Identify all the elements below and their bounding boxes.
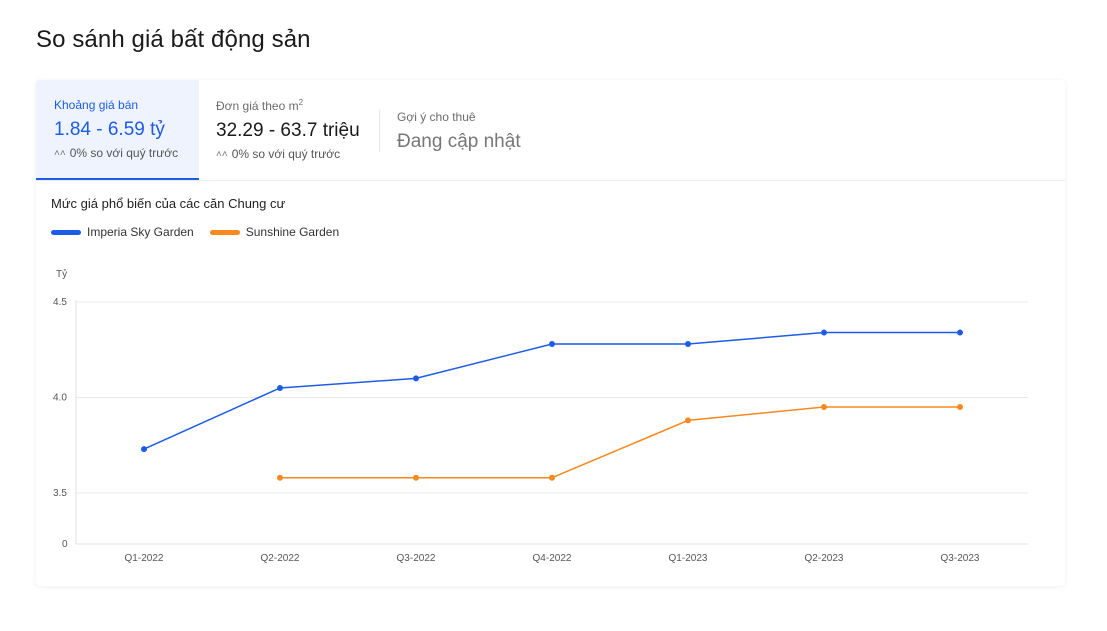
legend-label: Imperia Sky Garden (87, 225, 194, 239)
tab-sale-price-range[interactable]: Khoảng giá bán 1.84 - 6.59 tỷ ˄˄ 0% so v… (36, 80, 199, 180)
data-point (821, 329, 827, 336)
x-tick-label: Q2-2023 (805, 553, 844, 564)
legend-item-sunshine[interactable]: Sunshine Garden (209, 225, 340, 239)
tab-label: Đơn giá theo m2 (216, 98, 304, 113)
data-point (957, 404, 963, 411)
double-chevron-up-icon: ˄˄ (54, 147, 66, 159)
tab-value: 32.29 - 63.7 triệu (216, 120, 360, 141)
line-chart: Tỷ 4.5 4.0 3.5 0 Q1-2022 Q2-2022 Q3-2022 Q4-2022… (53, 268, 1028, 564)
data-point (957, 329, 963, 336)
tab-label: Khoảng giá bán (54, 98, 139, 112)
chart-title: Mức giá phổ biến của các căn Chung cư (51, 196, 286, 211)
tab-change: ˄˄ 0% so với quý trước (216, 147, 379, 161)
data-point (413, 474, 419, 481)
legend-swatch (51, 229, 81, 235)
data-point (277, 384, 283, 391)
legend-label: Sunshine Garden (245, 225, 340, 239)
tab-change: ˄˄ 0% so với quý trước (54, 146, 199, 160)
tab-rental-suggestion[interactable]: Gợi ý cho thuê Đang cập nhật (379, 110, 679, 152)
x-tick-label: Q2-2022 (261, 553, 300, 564)
data-point (141, 446, 147, 453)
tab-unit-price[interactable]: Đơn giá theo m2 32.29 - 63.7 triệu ˄˄ 0%… (199, 80, 379, 180)
tab-label: Gợi ý cho thuê (397, 110, 476, 124)
y-axis-label: Tỷ (56, 268, 67, 280)
data-point (549, 341, 555, 348)
y-tick-label: 4.0 (53, 393, 67, 404)
legend-item-imperia[interactable]: Imperia Sky Garden (51, 225, 194, 239)
data-point (685, 341, 691, 348)
series-line-1 (280, 406, 960, 479)
series-line-0 (143, 331, 960, 450)
x-tick-label: Q3-2022 (397, 553, 436, 564)
x-tick-label: Q1-2022 (125, 553, 164, 564)
x-tick-label: Q1-2023 (669, 553, 708, 564)
tab-value: 1.84 - 6.59 tỷ (54, 119, 165, 140)
change-text: 0% so với quý trước (69, 146, 179, 160)
x-tick-label: Q4-2022 (533, 553, 572, 564)
tab-value: Đang cập nhật (397, 131, 521, 152)
x-tick-label: Q3-2023 (941, 553, 980, 564)
data-point (413, 375, 419, 382)
data-point (821, 404, 827, 411)
change-text: 0% so với quý trước (231, 147, 341, 161)
y-tick-label: 3.5 (53, 488, 67, 499)
page-title: So sánh giá bất động sản (36, 26, 311, 53)
y-tick-label: 4.5 (53, 297, 67, 308)
double-chevron-up-icon: ˄˄ (216, 148, 228, 160)
data-point (685, 417, 691, 424)
data-point (277, 474, 283, 481)
legend-swatch (209, 229, 240, 235)
y-tick-label: 0 (62, 539, 68, 550)
metric-tabs: Khoảng giá bán 1.84 - 6.59 tỷ ˄˄ 0% so v… (36, 80, 1065, 181)
chart-legend: Imperia Sky Garden Sunshine Garden (51, 225, 355, 239)
data-point (549, 474, 555, 481)
price-comparison-card: Khoảng giá bán 1.84 - 6.59 tỷ ˄˄ 0% so v… (36, 80, 1065, 586)
